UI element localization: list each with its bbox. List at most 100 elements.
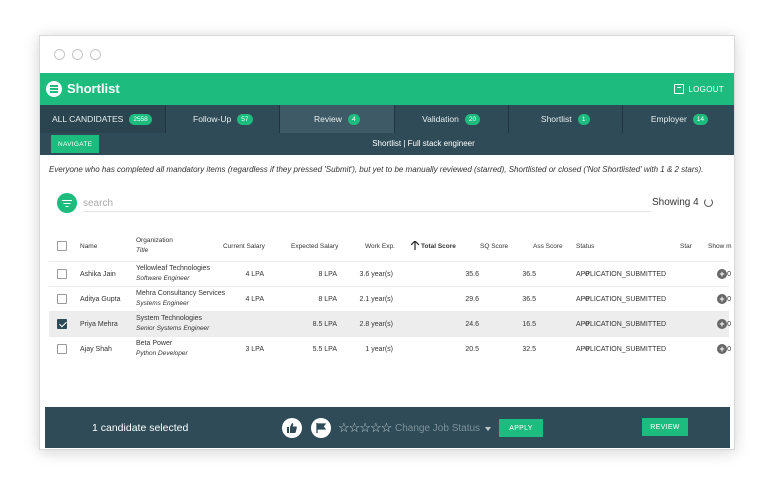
window-minimize-dot[interactable] — [72, 49, 83, 60]
pipeline-tabs: ALL CANDIDATES 2558 Follow-Up 57 Review … — [40, 105, 734, 133]
sq-score: 36.5 — [522, 271, 536, 278]
sq-score: 36.5 — [522, 296, 536, 303]
refresh-icon[interactable] — [704, 198, 713, 207]
caret-down-icon[interactable] — [485, 427, 491, 431]
sort-up-arrow-icon[interactable] — [411, 241, 419, 250]
job-status-select[interactable]: Change Job Status — [395, 423, 480, 434]
application-status: APPLICATION_SUBMITTED — [576, 321, 667, 328]
row-checkbox[interactable] — [57, 294, 67, 304]
col-star[interactable]: Star — [680, 243, 692, 250]
current-salary: 4 LPA — [245, 271, 264, 278]
candidate-name[interactable]: Priya Mehra — [80, 321, 118, 328]
bulk-action-bar: 1 candidate selected ☆☆☆☆☆ Change Job St… — [45, 407, 730, 448]
col-title[interactable]: Title — [136, 247, 148, 254]
sq-score: 32.5 — [522, 346, 536, 353]
tab-all-candidates[interactable]: ALL CANDIDATES 2558 — [40, 105, 167, 133]
tab-description: Everyone who has completed all mandatory… — [49, 165, 704, 174]
work-exp: 3.6 year(s) — [359, 271, 393, 278]
col-organization[interactable]: Organization — [136, 237, 173, 244]
expected-salary: 8.5 LPA — [312, 321, 337, 328]
window-close-dot[interactable] — [54, 49, 65, 60]
work-exp: 2.1 year(s) — [359, 296, 393, 303]
candidate-name[interactable]: Ajay Shah — [80, 346, 112, 353]
window-maximize-dot[interactable] — [90, 49, 101, 60]
tab-count-badge: 1 — [577, 113, 590, 125]
table-row[interactable]: Aditya Gupta Mehra Consultancy Services … — [49, 286, 731, 311]
logout-icon — [674, 84, 685, 94]
tab-count-badge: 57 — [237, 113, 253, 125]
logout-label: LOGOUT — [688, 84, 724, 94]
filter-button[interactable] — [57, 193, 77, 213]
col-name[interactable]: Name — [80, 243, 97, 250]
tab-review[interactable]: Review 4 — [280, 105, 395, 133]
tab-follow-up[interactable]: Follow-Up 57 — [166, 105, 281, 133]
row-checkbox[interactable] — [57, 269, 67, 279]
sq-score: 16.5 — [522, 321, 536, 328]
row-checkbox[interactable] — [57, 319, 67, 329]
total-score: 24.6 — [465, 321, 479, 328]
col-work-exp[interactable]: Work Exp. — [365, 243, 395, 250]
col-ass-score[interactable]: Ass Score — [533, 243, 563, 250]
col-total-score[interactable]: Total Score — [421, 243, 456, 250]
row-checkbox[interactable] — [57, 344, 67, 354]
table-row[interactable]: Ashika Jain Yellowleaf Technologies Soft… — [49, 261, 731, 286]
current-salary: 4 LPA — [245, 296, 264, 303]
application-status: APPLICATION_SUBMITTED — [576, 346, 667, 353]
star-rating[interactable]: ☆☆☆☆☆ — [338, 420, 392, 436]
logo-icon — [46, 81, 62, 97]
col-status[interactable]: Status — [576, 243, 594, 250]
col-current-salary[interactable]: Current Salary — [223, 243, 265, 250]
candidate-organization: System Technologies — [136, 315, 203, 322]
tab-count-badge: 20 — [464, 113, 481, 125]
total-score: 35.6 — [465, 271, 479, 278]
logout-button[interactable]: LOGOUT — [674, 84, 724, 94]
search-input[interactable] — [83, 196, 651, 212]
browser-window: Shortlist LOGOUT ALL CANDIDATES 2558 Fol… — [39, 35, 735, 450]
apply-button[interactable]: APPLY — [499, 419, 543, 437]
table-row[interactable]: Priya Mehra System Technologies Senior S… — [49, 311, 731, 336]
table-row[interactable]: Ajay Shah Beta Power Python Developer 3 … — [49, 336, 731, 361]
app-title: Shortlist — [67, 81, 120, 96]
candidate-organization: Beta Power — [136, 340, 173, 347]
tab-validation[interactable]: Validation 20 — [395, 105, 509, 133]
app-header: Shortlist LOGOUT — [40, 73, 734, 105]
work-exp: 1 year(s) — [365, 346, 393, 353]
flag-icon — [316, 423, 326, 433]
total-score: 29.6 — [465, 296, 479, 303]
selected-count: 1 candidate selected — [92, 422, 189, 434]
review-button[interactable]: REVIEW — [642, 418, 688, 436]
thumbs-up-icon — [287, 423, 297, 433]
thumbs-up-button[interactable] — [282, 418, 302, 438]
col-expected-salary[interactable]: Expected Salary — [291, 243, 338, 250]
tab-count-badge: 14 — [692, 113, 709, 125]
expected-salary: 8 LPA — [318, 296, 337, 303]
sub-header: NAVIGATE Shortlist | Full stack engineer — [40, 133, 734, 155]
showing-count: Showing 4 — [652, 197, 699, 208]
plus-circle-icon[interactable]: + — [717, 319, 727, 329]
plus-circle-icon[interactable]: + — [717, 294, 727, 304]
col-show-more[interactable]: Show m — [708, 243, 731, 250]
total-score: 20.5 — [465, 346, 479, 353]
candidate-organization: Yellowleaf Technologies — [136, 265, 210, 272]
select-all-checkbox[interactable] — [57, 241, 67, 251]
expected-salary: 5.5 LPA — [312, 346, 337, 353]
window-titlebar — [40, 36, 734, 73]
candidate-title: Senior Systems Engineer — [136, 325, 210, 332]
application-status: APPLICATION_SUBMITTED — [576, 271, 667, 278]
current-salary: 3 LPA — [245, 346, 264, 353]
plus-circle-icon[interactable]: + — [717, 344, 727, 354]
plus-circle-icon[interactable]: + — [717, 269, 727, 279]
work-exp: 2.8 year(s) — [359, 321, 393, 328]
tab-count-badge: 4 — [347, 113, 360, 125]
tab-employer[interactable]: Employer 14 — [623, 105, 734, 133]
candidate-name[interactable]: Aditya Gupta — [80, 296, 120, 303]
candidate-title: Systems Engineer — [136, 300, 189, 307]
application-status: APPLICATION_SUBMITTED — [576, 296, 667, 303]
candidate-title: Software Engineer — [136, 275, 190, 282]
tab-shortlist[interactable]: Shortlist 1 — [509, 105, 623, 133]
job-title: Shortlist | Full stack engineer — [372, 139, 475, 148]
col-sq-score[interactable]: SQ Score — [480, 243, 508, 250]
candidate-organization: Mehra Consultancy Services — [136, 290, 226, 297]
flag-button[interactable] — [311, 418, 331, 438]
candidate-name[interactable]: Ashika Jain — [80, 271, 116, 278]
